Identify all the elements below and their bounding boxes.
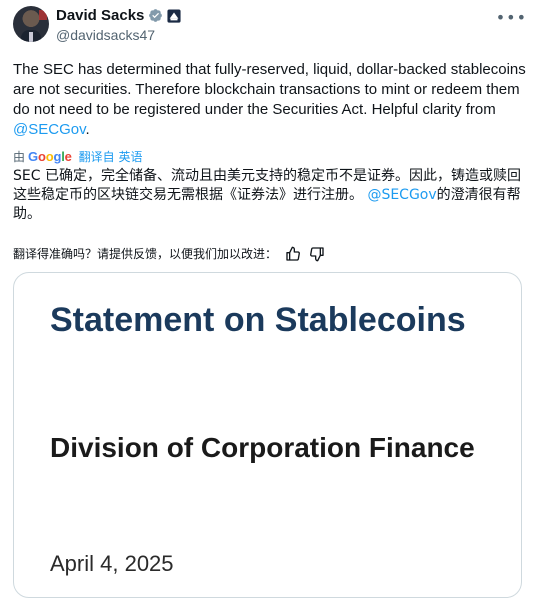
card-date: April 4, 2025	[50, 551, 174, 576]
tweet-text: The SEC has determined that fully-reserv…	[13, 60, 531, 140]
more-icon[interactable]: •••	[496, 8, 527, 27]
thumbs-down-icon[interactable]	[309, 246, 325, 262]
thumbs-up-icon[interactable]	[285, 246, 301, 262]
author-name[interactable]: David Sacks	[56, 7, 144, 24]
translation-feedback: 翻译得准确吗？请提供反馈，以便我们加以改进：	[13, 245, 325, 262]
tweet-header: David Sacks @davidsacks47 •••	[13, 6, 533, 44]
avatar-flag	[39, 10, 47, 20]
mention-link[interactable]: @SECGov	[13, 121, 85, 138]
translated-mention-link[interactable]: @SECGov	[367, 187, 436, 203]
avatar-tie	[29, 32, 33, 42]
card-subtitle: Division of Corporation Finance	[50, 432, 475, 463]
tweet-text-end: .	[85, 121, 90, 138]
verified-badge-icon	[149, 9, 163, 22]
translated-text: SEC 已确定，完全储备、流动且由美元支持的稳定币不是证券。因此，铸造或赎回这些…	[13, 167, 531, 224]
name-row: David Sacks	[56, 7, 181, 24]
card-title: Statement on Stablecoins	[50, 301, 466, 339]
feedback-prompt: 翻译得准确吗？请提供反馈，以便我们加以改进：	[13, 247, 278, 261]
affiliation-badge-icon[interactable]	[167, 8, 181, 23]
translation-attribution: 由 Google 翻译自 英语	[13, 148, 142, 164]
translated-from-link[interactable]: 翻译自 英语	[79, 148, 143, 165]
media-card[interactable]: Statement on Stablecoins Division of Cor…	[13, 272, 522, 598]
tweet-text-body: The SEC has determined that fully-reserv…	[13, 61, 526, 118]
author-handle[interactable]: @davidsacks47	[56, 27, 155, 43]
translated-by-label: 由	[13, 149, 26, 164]
google-logo: Google	[28, 148, 72, 164]
avatar[interactable]	[13, 6, 49, 42]
